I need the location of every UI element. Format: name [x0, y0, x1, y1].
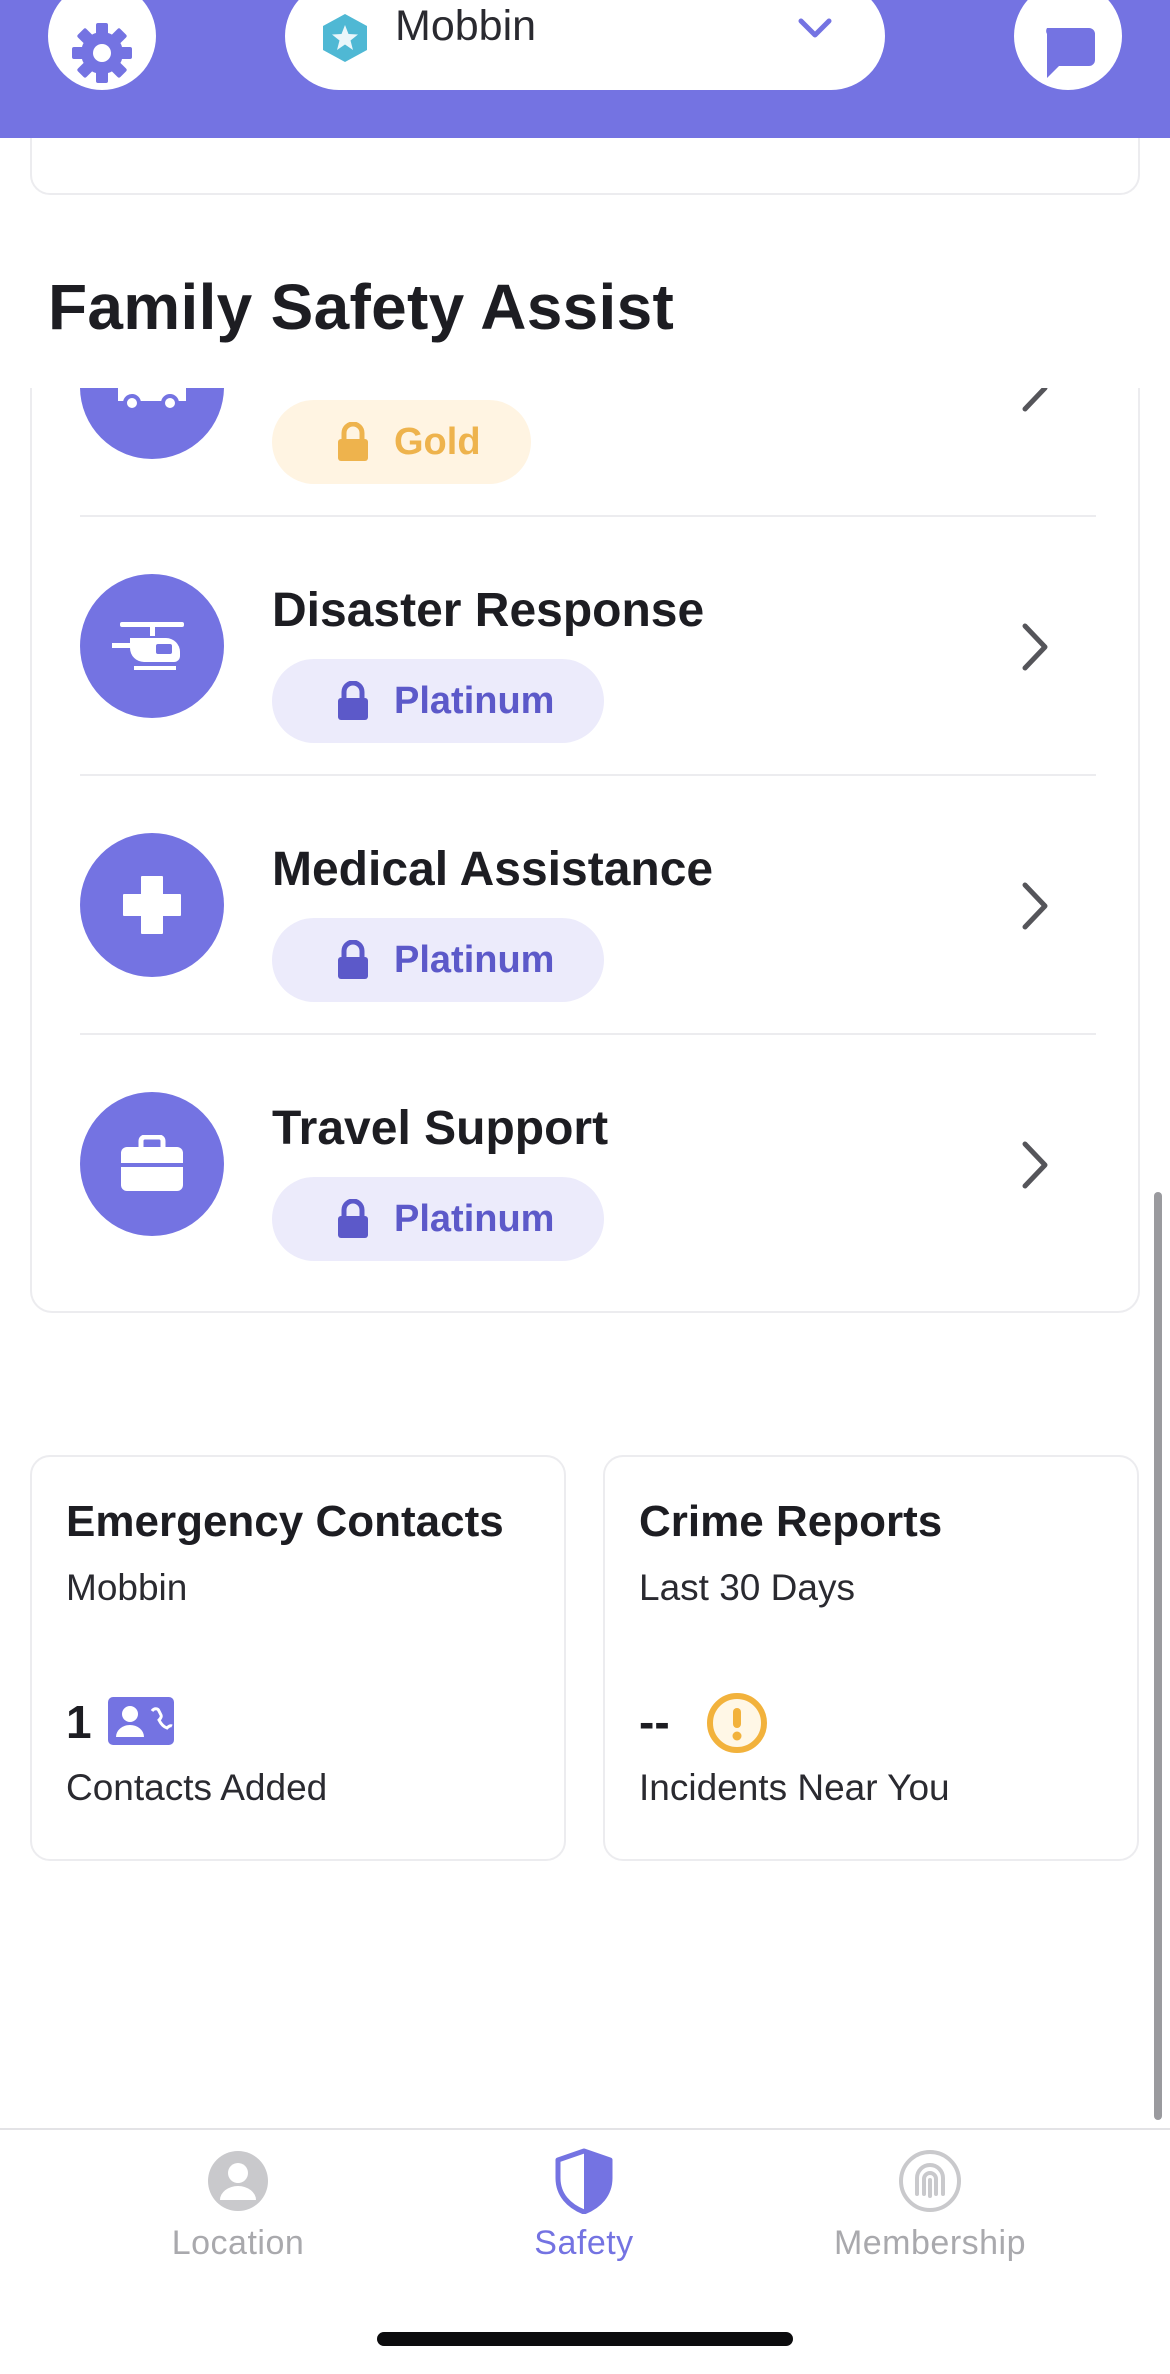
crime-reports-card[interactable]: Crime Reports Last 30 Days -- Incidents … [603, 1455, 1139, 1861]
tier-label: Platinum [394, 1197, 555, 1240]
lock-icon [338, 940, 368, 979]
emergency-contacts-card[interactable]: Emergency Contacts Mobbin 1 Contacts Add… [30, 1455, 566, 1861]
tow-truck-icon [118, 388, 186, 412]
tier-label: Gold [394, 420, 481, 463]
briefcase-icon [121, 1135, 183, 1191]
chevron-right-icon [1022, 388, 1048, 412]
card-subtitle: Last 30 Days [639, 1567, 855, 1608]
feature-icon [80, 833, 224, 977]
tab-safety[interactable]: Safety [414, 2130, 754, 2270]
medical-cross-icon [123, 876, 181, 934]
chat-button[interactable] [1014, 0, 1122, 90]
card-title: Crime Reports [639, 1497, 943, 1546]
gear-icon [72, 23, 132, 83]
incidents-count: -- [639, 1696, 670, 1748]
card-title: Emergency Contacts [66, 1497, 504, 1546]
tier-badge-gold: Gold [272, 400, 531, 484]
section-title: Family Safety Assist [48, 271, 675, 343]
tab-label: Membership [833, 2224, 1027, 2262]
feature-row-travel-support[interactable]: Travel Support Platinum [32, 1035, 1138, 1294]
tab-label: Safety [534, 2224, 634, 2262]
tier-badge-platinum: Platinum [272, 659, 605, 743]
helicopter-icon [112, 622, 184, 670]
tab-label: Location [171, 2224, 305, 2262]
warning-icon [707, 1693, 767, 1753]
circle-name: Mobbin [395, 2, 537, 50]
tab-location[interactable]: Location [68, 2130, 408, 2270]
chevron-down-icon [798, 18, 832, 38]
star-icon [323, 14, 367, 62]
tab-membership[interactable]: Membership [760, 2130, 1100, 2270]
home-indicator [377, 2332, 793, 2346]
feature-icon [80, 1092, 224, 1236]
chevron-right-icon [1022, 882, 1048, 930]
contact-card-icon [108, 1697, 174, 1745]
shield-icon [555, 2148, 613, 2214]
circle-selector[interactable]: Mobbin [285, 0, 885, 90]
chat-bubble-icon [1046, 28, 1095, 78]
feature-row-roadside[interactable]: Gold [32, 388, 1138, 517]
lock-icon [338, 681, 368, 720]
card-subtitle: Mobbin [66, 1567, 188, 1608]
feature-title: Travel Support [272, 1102, 609, 1155]
top-header: Mobbin [0, 0, 1170, 138]
contacts-count: 1 [66, 1696, 92, 1748]
lock-icon [338, 422, 368, 461]
feature-icon [80, 388, 224, 459]
feature-row-disaster-response[interactable]: Disaster Response Platinum [32, 517, 1138, 776]
person-pin-icon [208, 2151, 268, 2211]
card-footer: Contacts Added [66, 1767, 328, 1808]
chevron-right-icon [1022, 623, 1048, 671]
tier-badge-platinum: Platinum [272, 1177, 605, 1261]
tier-badge-platinum: Platinum [272, 918, 605, 1002]
family-safety-assist-list: Gold Disaster Response Platinum Medical … [30, 388, 1140, 1313]
chevron-right-icon [1022, 1141, 1048, 1189]
settings-button[interactable] [48, 0, 156, 90]
feature-row-medical-assistance[interactable]: Medical Assistance Platinum [32, 776, 1138, 1035]
feature-icon [80, 574, 224, 718]
feature-title: Medical Assistance [272, 843, 714, 896]
tier-label: Platinum [394, 938, 555, 981]
card-footer: Incidents Near You [639, 1767, 950, 1808]
tier-label: Platinum [394, 679, 555, 722]
fingerprint-icon [899, 2150, 961, 2212]
scrollbar[interactable] [1154, 1192, 1162, 2120]
lock-icon [338, 1199, 368, 1238]
feature-title: Disaster Response [272, 584, 705, 637]
